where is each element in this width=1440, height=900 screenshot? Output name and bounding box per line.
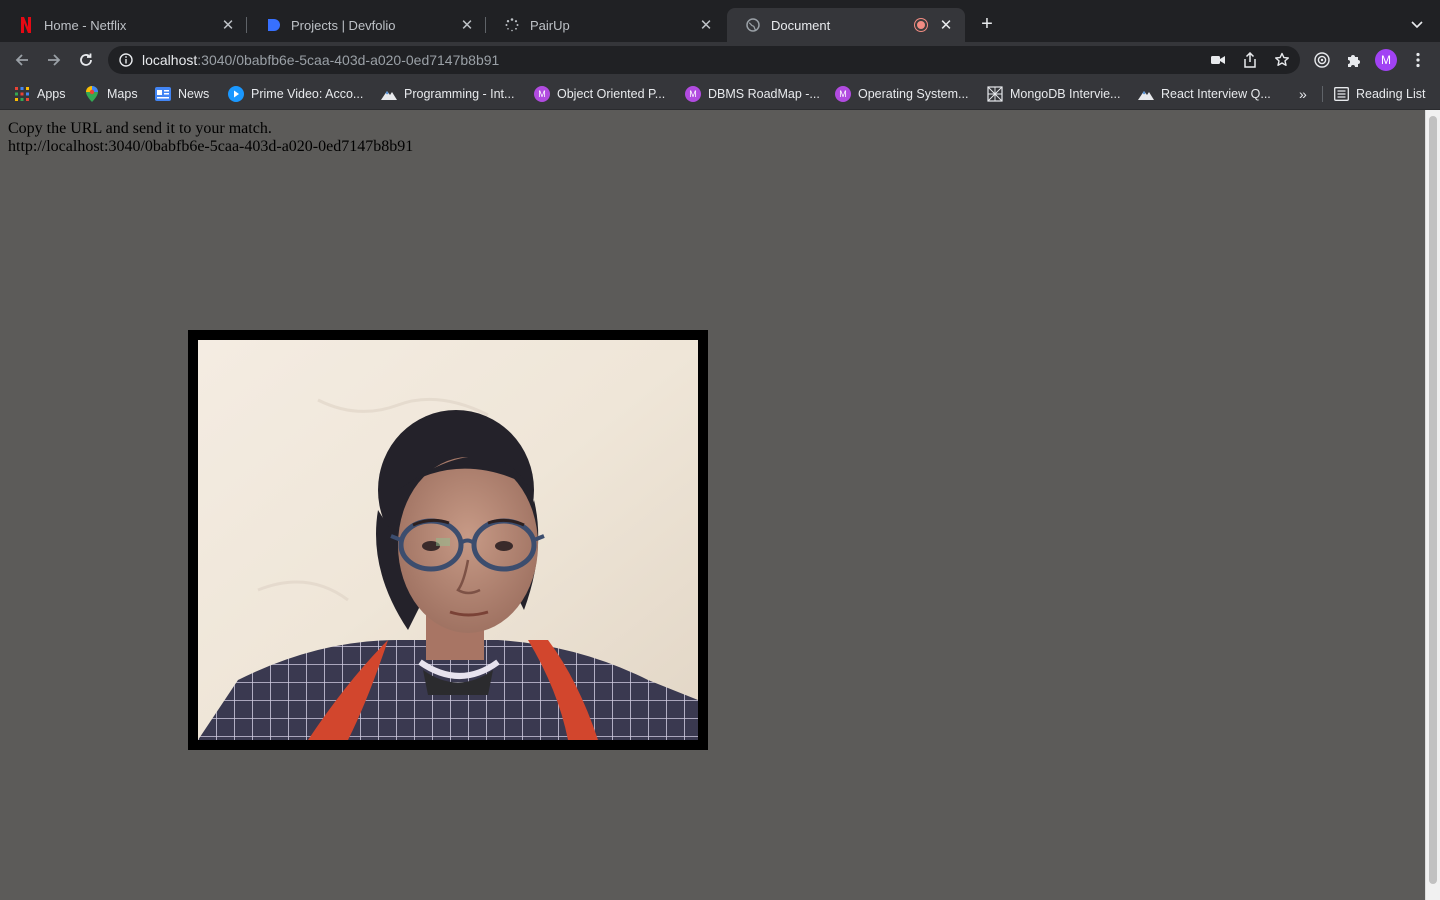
mountain-icon (381, 86, 397, 102)
reading-list-button[interactable]: Reading List (1333, 86, 1426, 102)
video-frame (188, 330, 708, 750)
globe-icon (745, 17, 761, 33)
bookmark-label: Object Oriented P... (557, 87, 666, 101)
extension-target-button[interactable] (1308, 46, 1336, 74)
bookmark-react-interview[interactable]: React Interview Q... (1138, 86, 1271, 102)
extensions-button[interactable] (1340, 46, 1368, 74)
bookmark-label: React Interview Q... (1161, 87, 1271, 101)
tab-netflix[interactable]: Home - Netflix ✕ (0, 8, 247, 42)
m-badge-icon: M (534, 86, 550, 102)
bookmark-maps[interactable]: Maps (84, 86, 138, 102)
bookmarks-divider (1322, 86, 1323, 102)
vertical-scrollbar[interactable] (1425, 110, 1440, 900)
reload-icon (80, 53, 92, 66)
bookmark-label: Operating System... (858, 87, 969, 101)
google-news-icon (155, 86, 171, 102)
tab-search-chevron-icon[interactable] (1406, 14, 1428, 36)
close-tab-icon[interactable]: ✕ (219, 16, 237, 34)
arrow-right-icon (48, 54, 61, 66)
bookmark-label: News (178, 87, 210, 101)
scrollbar-thumb[interactable] (1429, 116, 1437, 884)
bookmarks-bar: Apps Maps News Prime Video: Acco... Prog… (0, 78, 1440, 110)
maps-pin-icon (84, 86, 100, 102)
share-instruction: Copy the URL and send it to your match. (8, 120, 272, 137)
close-tab-icon[interactable]: ✕ (697, 16, 715, 34)
bookmark-mongodb[interactable]: MongoDB Intervie... (987, 86, 1120, 102)
arrow-left-icon (15, 54, 28, 66)
netflix-icon (18, 17, 34, 33)
bookmark-label: MongoDB Intervie... (1010, 87, 1121, 101)
tab-document[interactable]: Document ✕ (727, 8, 965, 42)
bookmark-dbms-roadmap[interactable]: M DBMS RoadMap -... (685, 86, 820, 102)
url-host: localhost (142, 52, 198, 68)
forward-button[interactable] (40, 46, 68, 74)
bookmark-label: Apps (37, 87, 66, 101)
bookmark-star-icon[interactable] (1274, 52, 1290, 68)
address-url[interactable]: localhost:3040/0babfb6e-5caa-403d-a020-0… (142, 52, 499, 68)
bookmark-news[interactable]: News (155, 86, 209, 102)
recording-indicator-icon (915, 19, 927, 31)
kebab-menu-icon (1416, 52, 1420, 68)
browser-toolbar: localhost:3040/0babfb6e-5caa-403d-a020-0… (0, 42, 1440, 78)
bookmark-prime-video[interactable]: Prime Video: Acco... (228, 86, 363, 102)
bookmark-apps[interactable]: Apps (14, 86, 66, 102)
new-tab-button[interactable]: + (976, 14, 998, 36)
reading-list-label: Reading List (1356, 87, 1426, 101)
mongodb-logo-icon (987, 86, 1003, 102)
tab-strip: Home - Netflix ✕ Projects | Devfolio ✕ P… (0, 0, 1440, 42)
camera-in-use-icon[interactable] (1210, 52, 1226, 68)
bookmark-programming[interactable]: Programming - Int... (381, 86, 514, 102)
prime-video-icon (228, 86, 244, 102)
tab-title: Projects | Devfolio (291, 17, 396, 33)
close-tab-icon[interactable]: ✕ (458, 16, 476, 34)
devfolio-icon (265, 17, 281, 33)
page-viewport: Copy the URL and send it to your match. … (0, 110, 1425, 900)
tab-title: PairUp (530, 17, 570, 33)
profile-avatar[interactable]: M (1375, 49, 1397, 71)
reading-list-icon (1333, 86, 1349, 102)
target-extension-icon (1314, 52, 1330, 68)
tab-title: Home - Netflix (44, 17, 127, 33)
bookmark-operating-system[interactable]: M Operating System... (835, 86, 968, 102)
tab-title: Document (771, 17, 831, 33)
webcam-feed-image (198, 340, 698, 740)
apps-grid-icon (14, 86, 30, 102)
page-text: Copy the URL and send it to your match. … (8, 120, 413, 156)
browser-menu-button[interactable] (1404, 46, 1432, 74)
bookmark-label: Prime Video: Acco... (251, 87, 364, 101)
url-path: :3040/0babfb6e-5caa-403d-a020-0ed7147b8b… (197, 52, 500, 68)
m-badge-icon: M (685, 86, 701, 102)
share-icon[interactable] (1242, 52, 1258, 68)
bookmark-label: DBMS RoadMap -... (708, 87, 820, 101)
bookmark-label: Programming - Int... (404, 87, 515, 101)
puzzle-piece-icon (1348, 55, 1360, 67)
back-button[interactable] (8, 46, 36, 74)
tab-pairup[interactable]: PairUp ✕ (486, 8, 725, 42)
address-bar[interactable]: localhost:3040/0babfb6e-5caa-403d-a020-0… (108, 46, 1300, 74)
bookmarks-overflow-button[interactable]: » (1299, 86, 1307, 102)
bookmark-object-oriented[interactable]: M Object Oriented P... (534, 86, 665, 102)
mountain-icon (1138, 86, 1154, 102)
bookmark-label: Maps (107, 87, 138, 101)
close-tab-icon[interactable]: ✕ (937, 16, 955, 34)
tab-devfolio[interactable]: Projects | Devfolio ✕ (247, 8, 486, 42)
m-badge-icon: M (835, 86, 851, 102)
site-info-icon[interactable] (118, 52, 134, 68)
share-url[interactable]: http://localhost:3040/0babfb6e-5caa-403d… (8, 138, 413, 156)
local-video-stream (198, 340, 698, 740)
reload-button[interactable] (72, 46, 100, 74)
loading-spinner-icon (504, 17, 520, 33)
